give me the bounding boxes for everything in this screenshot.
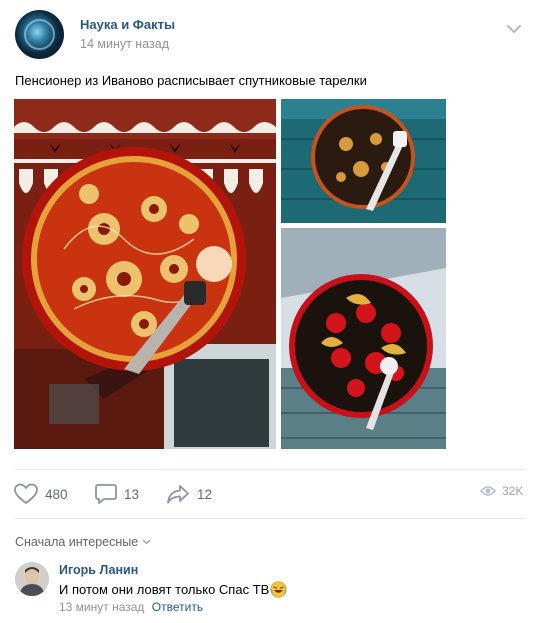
actions-divider [15, 469, 526, 470]
eye-icon [480, 486, 496, 496]
post-time[interactable]: 14 минут назад [80, 37, 169, 51]
comment-meta: 13 минут назад Ответить [59, 600, 203, 614]
reply-button[interactable]: Ответить [152, 600, 203, 614]
comment-sort-dropdown[interactable]: Сначала интересные [15, 535, 151, 549]
commenter-avatar[interactable] [15, 562, 49, 596]
share-arrow-icon [167, 485, 189, 504]
commenter-name[interactable]: Игорь Ланин [59, 563, 138, 577]
comment-count: 13 [124, 486, 140, 502]
heart-icon [14, 483, 38, 504]
share-button[interactable]: 12 [166, 481, 212, 507]
comment-time[interactable]: 13 минут назад [59, 600, 144, 614]
like-button[interactable]: 480 [14, 481, 68, 507]
like-count: 480 [45, 486, 68, 502]
post-text: Пенсионер из Иваново расписывает спутник… [15, 73, 367, 88]
sort-label: Сначала интересные [15, 535, 139, 549]
views-count: 32K [502, 484, 524, 498]
share-count: 12 [197, 486, 213, 502]
community-avatar[interactable] [15, 10, 64, 59]
laughing-emoji-icon [270, 581, 287, 598]
community-name[interactable]: Наука и Факты [80, 17, 175, 32]
comment-text-row: И потом они ловят только Спас ТВ [59, 581, 287, 598]
comment-icon [95, 484, 117, 504]
photo-dark-dish-on-wall[interactable] [281, 99, 446, 223]
views-counter: 32K [480, 484, 523, 498]
comment-text: И потом они ловят только Спас ТВ [59, 582, 270, 597]
chevron-down-icon[interactable] [506, 22, 522, 36]
post-header: Наука и Факты 14 минут назад [15, 10, 526, 60]
photo-large-red-dish[interactable] [14, 99, 276, 449]
chevron-down-icon [142, 539, 151, 545]
photo-strawberry-dish[interactable] [281, 228, 446, 449]
comment-button[interactable]: 13 [95, 481, 139, 507]
comments-divider [15, 518, 526, 519]
